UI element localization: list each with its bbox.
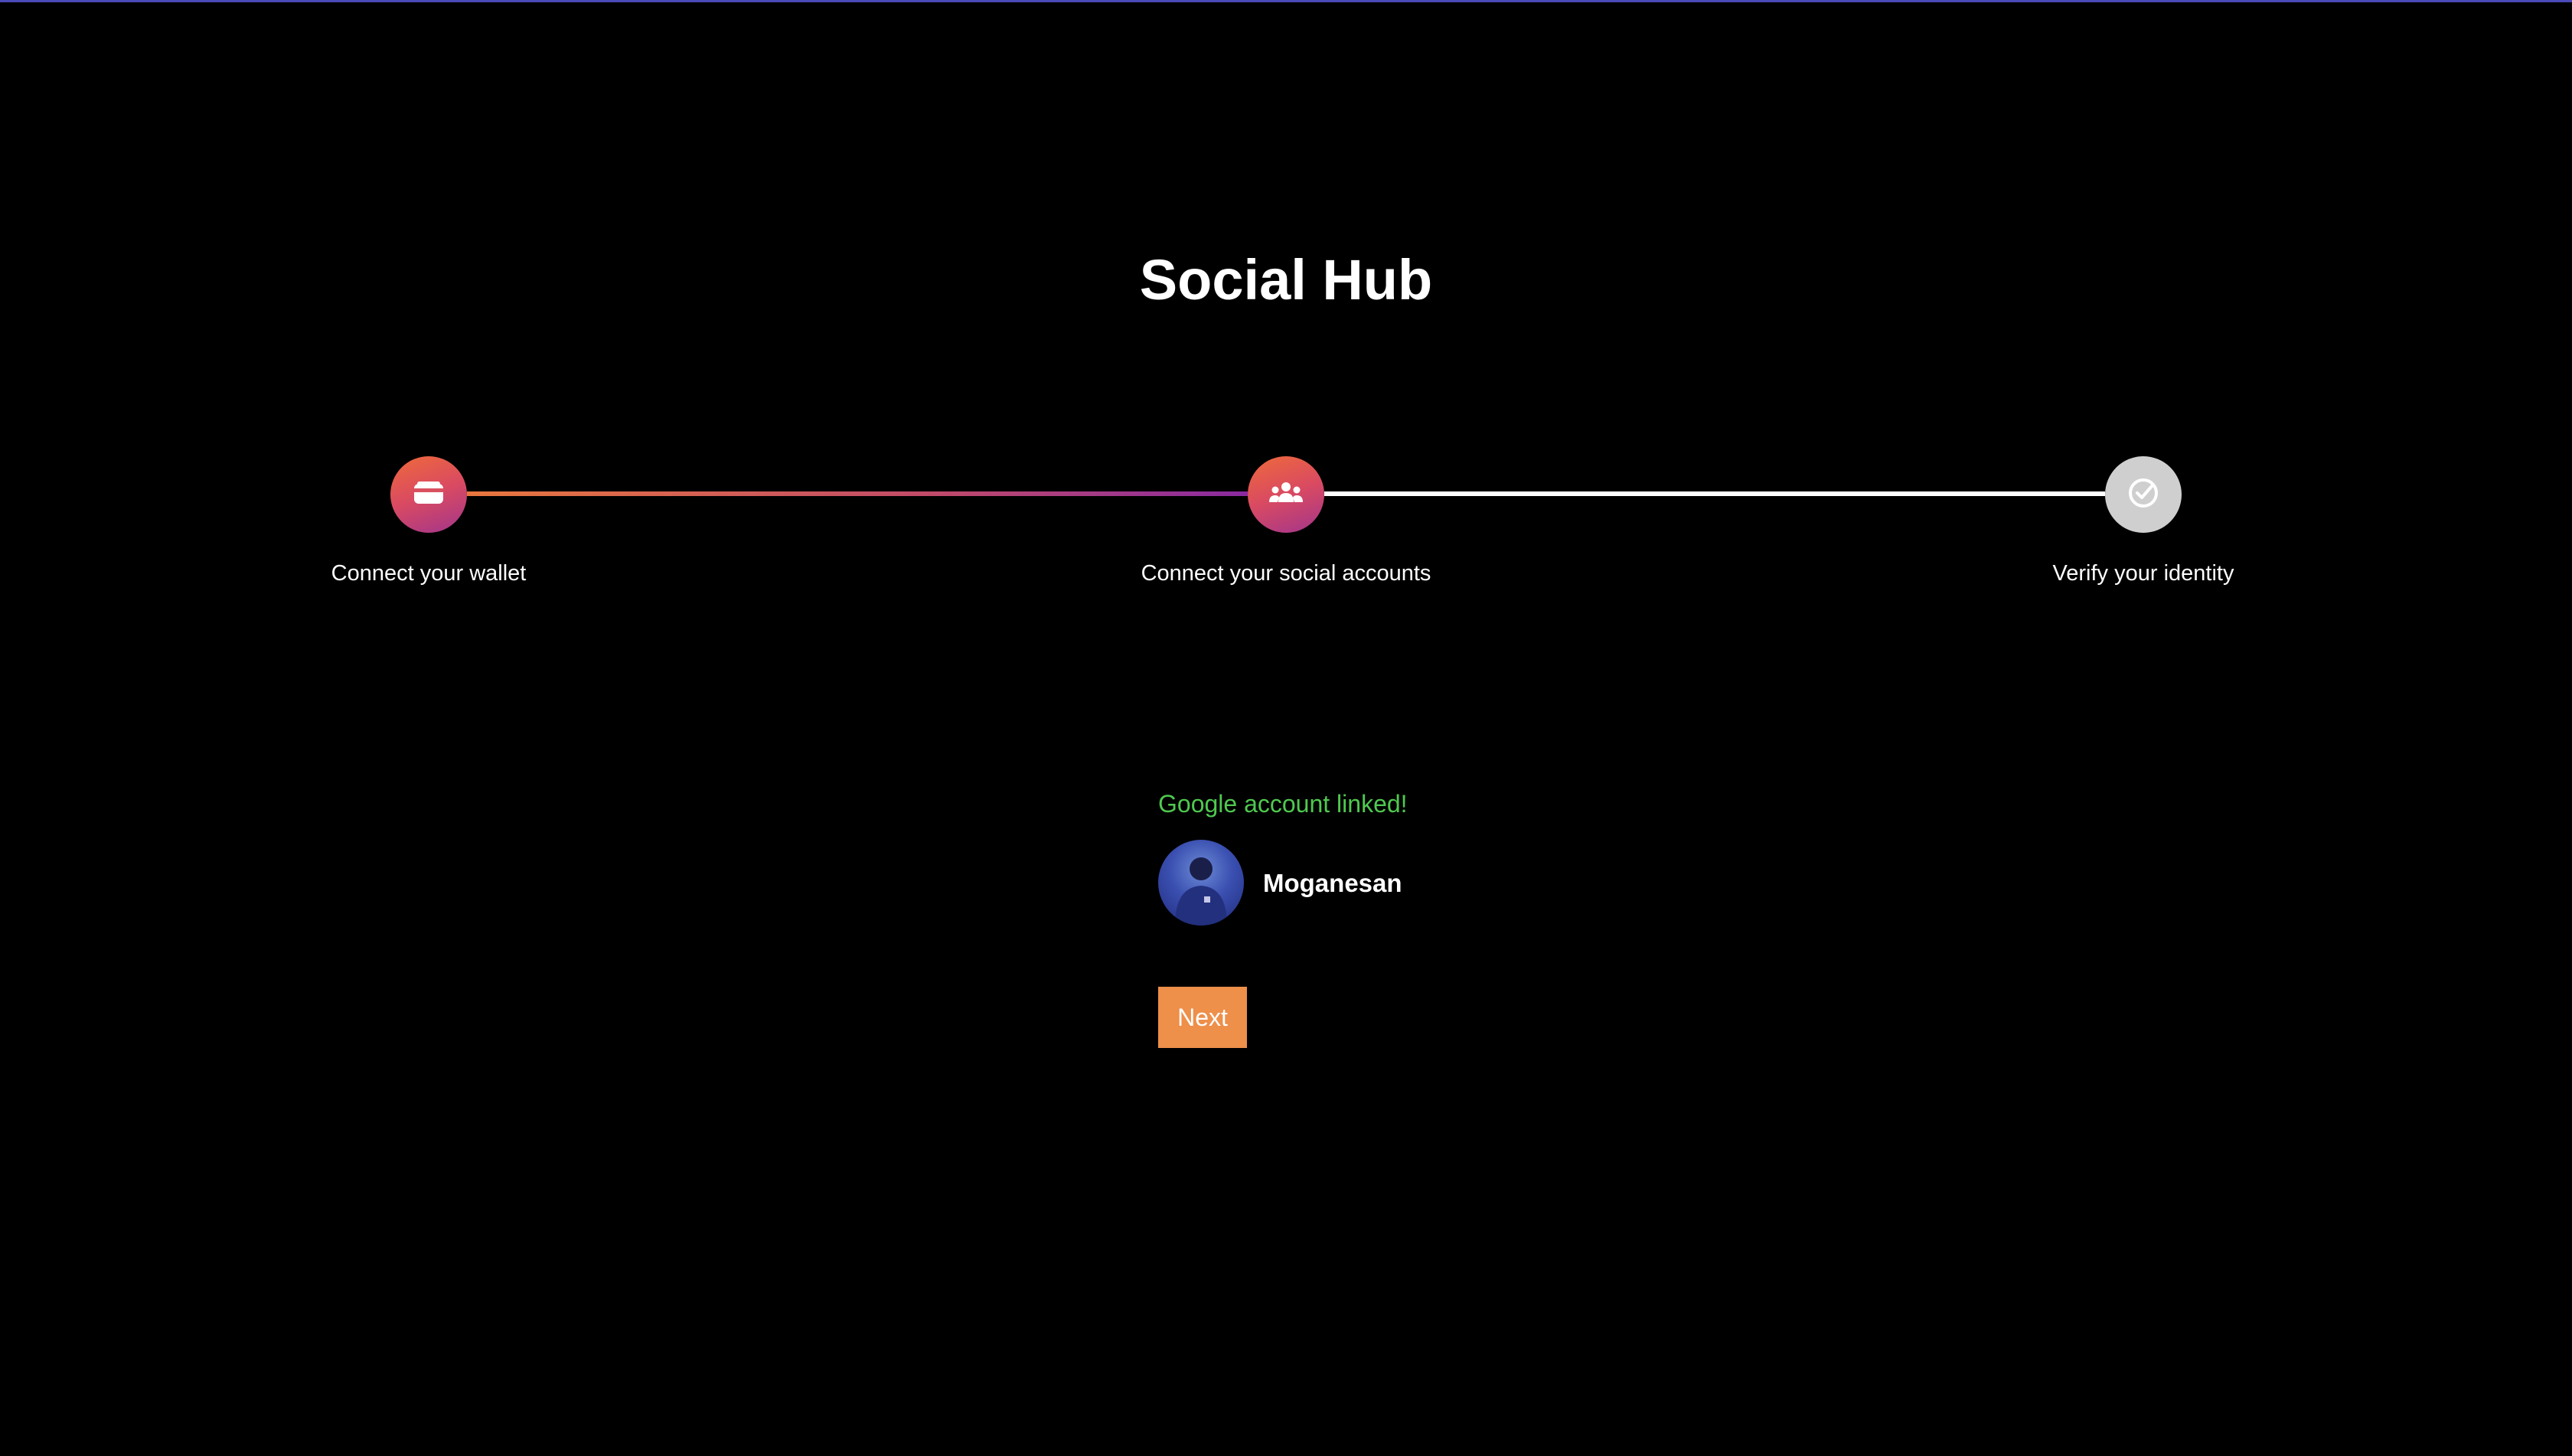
step-label-verify: Verify your identity — [2052, 561, 2234, 586]
app-window: Social Hub Connect your wallet Connect y… — [0, 0, 2572, 1456]
progress-stepper: Connect your wallet Connect your social … — [0, 2, 2572, 615]
account-linked-message: Google account linked! — [1158, 790, 1408, 818]
step-connect-social[interactable] — [1248, 456, 1324, 533]
step-label-social: Connect your social accounts — [1141, 561, 1431, 586]
step-connector-pending — [1324, 491, 2105, 496]
step-connector-completed — [467, 491, 1248, 496]
user-name: Moganesan — [1263, 869, 1402, 897]
avatar — [1158, 840, 1244, 926]
next-button[interactable]: Next — [1158, 987, 1247, 1048]
step-label-wallet: Connect your wallet — [331, 561, 527, 586]
step-verify-identity[interactable] — [2105, 456, 2182, 533]
step-connect-wallet[interactable] — [390, 456, 467, 533]
wallet-icon — [413, 479, 445, 511]
check-circle-icon — [2126, 476, 2160, 514]
users-icon — [1267, 479, 1305, 511]
